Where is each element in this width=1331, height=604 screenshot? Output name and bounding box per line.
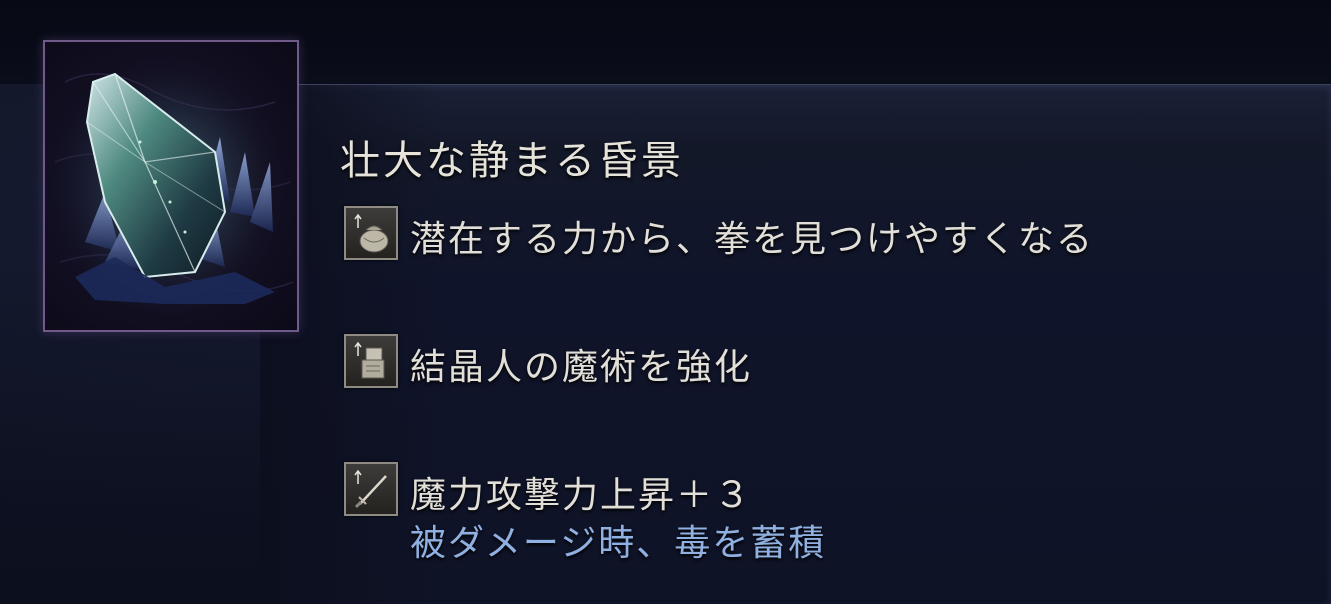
effect-text: 結晶人の魔術を強化: [410, 347, 753, 388]
rune-pouch-icon: [344, 206, 398, 260]
relic-image-frame[interactable]: [43, 40, 299, 332]
effect-text: 潜在する力から、拳を見つけやすくなる: [410, 219, 1095, 260]
relic-title: 壮大な静まる昏景: [340, 138, 684, 184]
sorcery-scroll-icon: [344, 334, 398, 388]
sword-icon: [344, 462, 398, 516]
effect-negative-text: 被ダメージ時、毒を蓄積: [410, 523, 827, 564]
relic-detail-screen: 壮大な静まる昏景 潜在する力から、拳を見つけやすくなる 結晶人の魔術を強化 魔力…: [0, 0, 1331, 604]
effect-text: 魔力攻撃力上昇＋３: [410, 475, 753, 516]
crystal-relic-icon: [45, 42, 297, 330]
